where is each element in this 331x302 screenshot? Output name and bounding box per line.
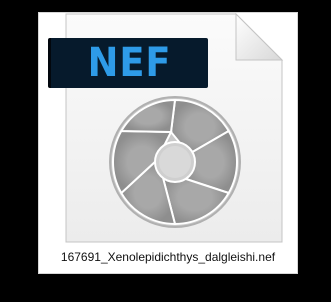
file-type-label: NEF	[87, 40, 172, 86]
camera-aperture-icon	[109, 96, 241, 228]
file-type-badge: NEF	[48, 38, 208, 88]
desktop-background: NEF 167691_Xenolepidichthys_dalgleishi.n…	[0, 0, 331, 302]
file-name-label[interactable]: 167691_Xenolepidichthys_dalgleishi.nef	[38, 250, 298, 264]
